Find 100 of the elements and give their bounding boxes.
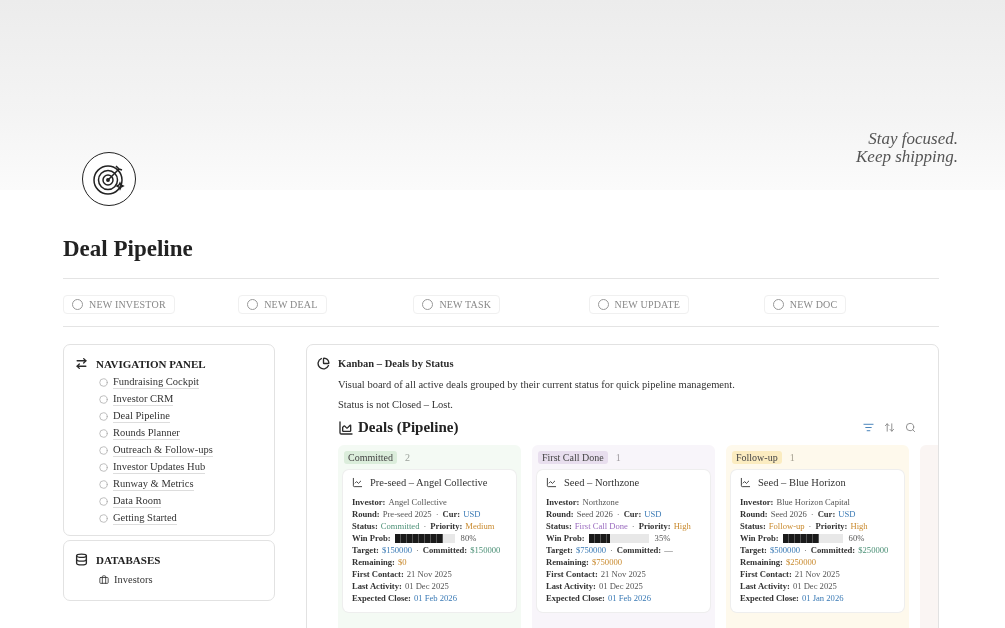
quick-action-button[interactable]: NEW DEAL xyxy=(238,295,327,314)
kanban-title: Kanban – Deals by Status xyxy=(338,358,454,369)
field-value: Northzone xyxy=(582,496,619,508)
field-value: High xyxy=(850,520,868,532)
field-value: $150000 xyxy=(381,544,412,556)
field-value: Seed 2026 xyxy=(770,508,807,520)
nav-link[interactable]: Deal Pipeline xyxy=(99,409,264,423)
card-count: 1 xyxy=(615,452,621,463)
field-value: Pre-seed 2025 xyxy=(382,508,432,520)
field-value: Blue Horizon Capital xyxy=(776,496,850,508)
cover-quote: Stay focused. xyxy=(868,130,958,148)
field-label: First Contact: xyxy=(740,568,792,580)
quick-action-button[interactable]: NEW TASK xyxy=(413,295,501,314)
field-label: Committed: xyxy=(810,544,856,556)
field-label: Priority: xyxy=(815,520,848,532)
nav-link[interactable]: Investor Updates Hub xyxy=(99,460,264,474)
field-value: USD xyxy=(644,508,662,520)
field-label: Cur: xyxy=(817,508,836,520)
sort-icon[interactable] xyxy=(884,422,895,433)
field-value: 01 Dec 2025 xyxy=(598,580,643,592)
deal-card[interactable] xyxy=(731,470,904,612)
panel-title: NAVIGATION PANEL xyxy=(96,357,206,370)
field-value: $250000 xyxy=(858,544,889,556)
field-label: Status: xyxy=(740,520,766,532)
field-value: High xyxy=(673,520,691,532)
chart-icon xyxy=(338,419,354,436)
field-value: Medium xyxy=(465,520,495,532)
field-label: First Contact: xyxy=(546,568,598,580)
search-icon[interactable] xyxy=(905,422,916,433)
separator-dot: · xyxy=(423,520,427,532)
field-label: Win Prob: xyxy=(352,532,391,544)
field-value: — xyxy=(664,544,673,556)
field-label: Investor: xyxy=(546,496,580,508)
probability-bar xyxy=(782,533,843,543)
field-label: Round: xyxy=(546,508,574,520)
field-value: First Call Done xyxy=(574,520,628,532)
probability-bar xyxy=(588,533,649,543)
quick-action-button[interactable]: NEW UPDATE xyxy=(588,295,690,314)
field-label: Expected Close: xyxy=(352,592,411,604)
nav-link[interactable]: Investor CRM xyxy=(99,392,264,406)
card-count: 1 xyxy=(789,452,795,463)
field-label: Committed: xyxy=(616,544,662,556)
card-title: Seed – Blue Horizon xyxy=(758,477,846,488)
field-value: Angel Collective xyxy=(388,496,447,508)
field-label: Priority: xyxy=(430,520,463,532)
quick-action-button[interactable]: NEW INVESTOR xyxy=(63,295,175,314)
database-icon xyxy=(75,553,88,566)
field-label: Last Activity: xyxy=(352,580,402,592)
field-label: Remaining: xyxy=(546,556,589,568)
field-label: Win Prob: xyxy=(740,532,779,544)
field-value: $750000 xyxy=(591,556,623,568)
field-value: 21 Nov 2025 xyxy=(600,568,646,580)
separator-dot: · xyxy=(808,520,812,532)
separator-dot: · xyxy=(616,508,620,520)
swap-arrows-icon xyxy=(75,357,88,370)
field-value: $250000 xyxy=(785,556,817,568)
quick-action-button[interactable]: NEW DOC xyxy=(763,295,847,314)
card-count: 2 xyxy=(405,452,410,463)
field-label: Target: xyxy=(546,544,573,556)
field-label: Win Prob: xyxy=(546,532,585,544)
field-value: 60% xyxy=(848,532,865,544)
field-value: 21 Nov 2025 xyxy=(794,568,840,580)
briefcase-icon xyxy=(99,575,109,586)
status-tag: Follow-up xyxy=(732,451,782,464)
filter-icon[interactable] xyxy=(863,422,874,433)
field-label: Last Activity: xyxy=(740,580,790,592)
field-label: Expected Close: xyxy=(740,592,799,604)
field-value: USD xyxy=(463,508,481,520)
field-value: $150000 xyxy=(470,544,501,556)
field-label: Round: xyxy=(352,508,380,520)
deal-card[interactable] xyxy=(343,470,516,612)
chart-icon xyxy=(352,477,363,488)
separator-dot: · xyxy=(803,544,807,556)
nav-link[interactable]: Outreach & Follow-ups xyxy=(99,443,264,457)
nav-link[interactable]: Getting Started xyxy=(99,511,264,525)
nav-link[interactable]: Data Room xyxy=(99,494,264,508)
field-label: Investor: xyxy=(352,496,386,508)
nav-link[interactable]: Runway & Metrics xyxy=(99,477,264,491)
nav-link[interactable]: Rounds Planner xyxy=(99,426,264,440)
field-label: Investor: xyxy=(740,496,774,508)
field-value: 01 Jan 2026 xyxy=(801,592,844,604)
field-value: 35% xyxy=(654,532,671,544)
database-link[interactable]: Investors xyxy=(99,571,264,590)
page-title: Deal Pipeline xyxy=(63,236,194,262)
pie-chart-icon xyxy=(317,357,330,370)
field-label: Expected Close: xyxy=(546,592,605,604)
nav-link[interactable]: Fundraising Cockpit xyxy=(99,375,264,389)
separator-dot: · xyxy=(415,544,419,556)
field-value: $500000 xyxy=(769,544,800,556)
field-label: Target: xyxy=(352,544,379,556)
view-title: Deals (Pipeline) xyxy=(358,419,459,436)
field-label: Target: xyxy=(740,544,767,556)
field-value: 01 Dec 2025 xyxy=(404,580,449,592)
panel-title: DATABASES xyxy=(96,553,161,566)
deal-card[interactable] xyxy=(537,470,710,612)
card-title: Seed – Northzone xyxy=(564,477,640,488)
field-value: 80% xyxy=(460,532,477,544)
field-label: Committed: xyxy=(422,544,468,556)
separator-dot: · xyxy=(435,508,439,520)
field-value: 01 Dec 2025 xyxy=(792,580,837,592)
